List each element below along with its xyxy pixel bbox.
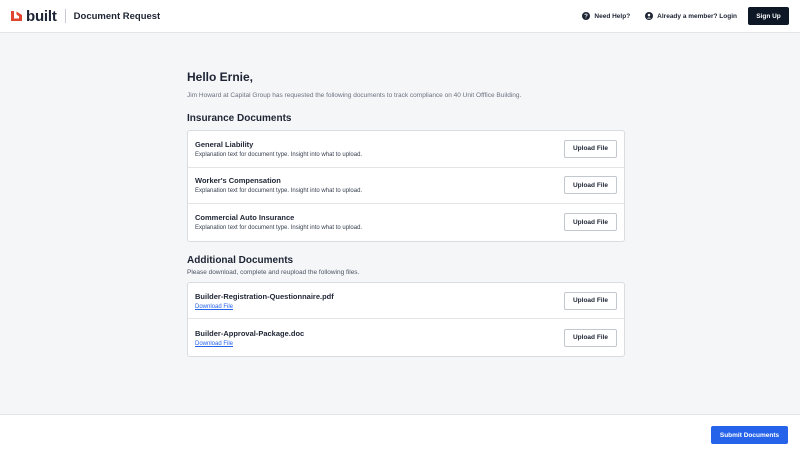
request-intro-text: Jim Howard at Capital Group has requeste…	[187, 92, 522, 99]
user-circle-icon	[645, 12, 654, 20]
need-help-label: Need Help?	[594, 12, 631, 20]
download-file-link[interactable]: Download File	[195, 341, 304, 347]
document-row-commercial-auto: Commercial Auto Insurance Explanation te…	[188, 204, 624, 241]
document-title: Commercial Auto Insurance	[195, 213, 295, 223]
top-header: built Document Request Need Help? Alread…	[0, 0, 800, 33]
document-description: Explanation text for document type. Insi…	[195, 225, 363, 232]
document-row-registration-questionnaire: Builder-Registration-Questionnaire.pdf D…	[188, 283, 624, 320]
document-row-approval-package: Builder-Approval-Package.doc Download Fi…	[188, 319, 624, 356]
document-row-general-liability: General Liability Explanation text for d…	[188, 131, 624, 168]
upload-file-button[interactable]: Upload File	[564, 139, 617, 158]
greeting-heading: Hello Ernie,	[187, 70, 254, 84]
additional-section-subtitle: Please download, complete and reupload t…	[187, 268, 360, 276]
document-title: Worker's Compensation	[195, 176, 281, 186]
need-help-link[interactable]: Need Help?	[582, 12, 630, 20]
login-link[interactable]: Already a member? Login	[645, 12, 737, 20]
upload-file-button[interactable]: Upload File	[564, 176, 617, 195]
footer-bar: Submit Documents	[0, 414, 800, 450]
document-filename: Builder-Approval-Package.doc	[195, 328, 305, 338]
header-actions: Need Help? Already a member? Login Sign …	[582, 0, 800, 33]
logo-text: built	[26, 7, 57, 25]
insurance-documents-card: General Liability Explanation text for d…	[187, 130, 625, 242]
header-divider	[64, 9, 66, 23]
download-file-link[interactable]: Download File	[195, 304, 334, 310]
document-description: Explanation text for document type. Insi…	[195, 151, 363, 158]
page-title: Document Request	[73, 10, 161, 22]
additional-documents-card: Builder-Registration-Questionnaire.pdf D…	[187, 281, 625, 357]
built-logo[interactable]: built	[10, 0, 57, 33]
document-filename: Builder-Registration-Questionnaire.pdf	[195, 291, 334, 301]
upload-file-button[interactable]: Upload File	[564, 291, 617, 310]
sign-up-button[interactable]: Sign Up	[748, 7, 789, 25]
document-row-workers-compensation: Worker's Compensation Explanation text f…	[188, 168, 624, 205]
submit-documents-button[interactable]: Submit Documents	[711, 426, 788, 444]
main-content: Hello Ernie, Jim Howard at Capital Group…	[187, 70, 625, 357]
additional-section-title: Additional Documents	[187, 254, 294, 266]
document-description: Explanation text for document type. Insi…	[195, 188, 363, 195]
document-title: General Liability	[195, 139, 254, 149]
insurance-section-title: Insurance Documents	[187, 113, 292, 124]
built-logo-icon	[11, 11, 22, 21]
question-circle-icon	[582, 12, 591, 20]
login-label: Already a member? Login	[657, 12, 737, 20]
upload-file-button[interactable]: Upload File	[564, 328, 617, 347]
upload-file-button[interactable]: Upload File	[564, 213, 617, 232]
